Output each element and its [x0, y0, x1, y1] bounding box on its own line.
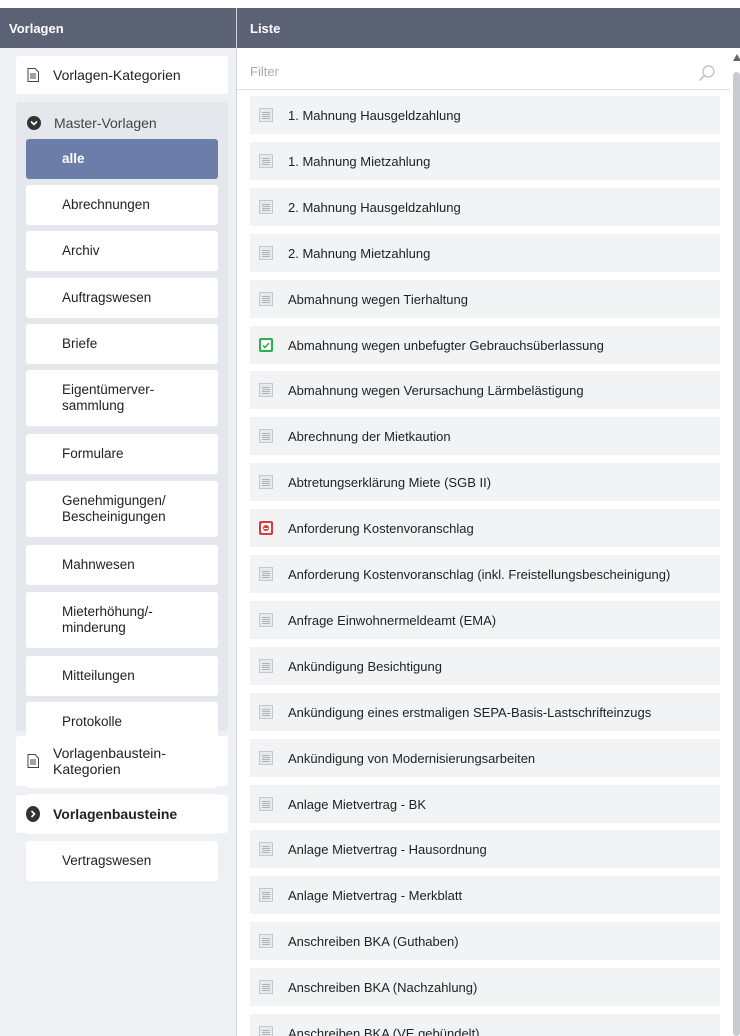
master-category-item[interactable]: alle [26, 139, 218, 179]
template-document-icon [259, 383, 273, 397]
checkmark-icon [259, 338, 273, 352]
list-item-label: 1. Mahnung Hausgeldzahlung [288, 107, 461, 123]
template-document-icon [259, 888, 273, 902]
list-item-label: Abmahnung wegen unbefugter Gebrauchsüber… [288, 337, 604, 353]
vorlagenbaustein-kategorien-item[interactable]: Vorlagenbaustein- Kategorien [16, 736, 228, 786]
list-item[interactable]: Anschreiben BKA (Nachzahlung) [250, 968, 720, 1006]
list-item[interactable]: Anlage Mietvertrag - BK [250, 785, 720, 823]
template-document-icon [259, 705, 273, 719]
template-document-icon [259, 751, 273, 765]
template-document-icon [259, 567, 273, 581]
template-document-icon [259, 475, 273, 489]
master-category-item[interactable]: Formulare [26, 434, 218, 474]
filter-bar [237, 54, 730, 90]
template-document-icon [259, 200, 273, 214]
panel-divider [236, 8, 237, 1036]
list-item[interactable]: 2. Mahnung Mietzahlung [250, 234, 720, 272]
scrollbar-thumb[interactable] [733, 72, 740, 1036]
list-item[interactable]: Ankündigung von Modernisierungsarbeiten [250, 739, 720, 777]
list-item-label: Anforderung Kostenvoranschlag [288, 520, 474, 536]
template-document-icon [259, 292, 273, 306]
list-item[interactable]: Anforderung Kostenvoranschlag (inkl. Fre… [250, 555, 720, 593]
document-icon [26, 753, 40, 769]
master-category-item[interactable]: Eigentümerver- sammlung [26, 370, 218, 426]
list-item-label: Anlage Mietvertrag - Hausordnung [288, 841, 487, 857]
template-document-icon [259, 154, 273, 168]
list-item-label: Ankündigung von Modernisierungsarbeiten [288, 750, 536, 766]
master-vorlagen-label: Master-Vorlagen [54, 115, 157, 131]
list-item-label: Anschreiben BKA (Guthaben) [288, 933, 459, 949]
liste-header: Liste [237, 8, 740, 48]
list-item[interactable]: Ankündigung Besichtigung [250, 647, 720, 685]
template-document-icon [259, 613, 273, 627]
list-item-label: Anschreiben BKA (Nachzahlung) [288, 979, 478, 995]
template-document-icon [259, 934, 273, 948]
vorlagen-header: Vorlagen [0, 8, 236, 48]
template-document-icon [259, 429, 273, 443]
template-document-icon [259, 246, 273, 260]
list-item-label: 2. Mahnung Hausgeldzahlung [288, 199, 461, 215]
list-item[interactable]: Anschreiben BKA (VE gebündelt) [250, 1014, 720, 1036]
master-vorlagen-toggle[interactable]: Master-Vorlagen [16, 104, 228, 142]
list-item[interactable]: Anlage Mietvertrag - Hausordnung [250, 830, 720, 868]
blocked-icon [259, 521, 273, 535]
template-document-icon [259, 797, 273, 811]
vorlagenbausteine-item[interactable]: Vorlagenbausteine [16, 795, 228, 833]
list-item-label: Anschreiben BKA (VE gebündelt) [288, 1025, 480, 1036]
list-item-label: Abrechnung der Mietkaution [288, 428, 451, 444]
list-item[interactable]: Ankündigung eines erstmaligen SEPA-Basis… [250, 693, 720, 731]
list-item-label: Abmahnung wegen Verursachung Lärmbelästi… [288, 382, 584, 398]
master-category-item[interactable]: Mahnwesen [26, 545, 218, 585]
list-item[interactable]: Abtretungserklärung Miete (SGB II) [250, 463, 720, 501]
list-item[interactable]: Anfrage Einwohnermeldeamt (EMA) [250, 601, 720, 639]
list-item-label: Ankündigung eines erstmaligen SEPA-Basis… [288, 704, 652, 720]
list-item[interactable]: Anforderung Kostenvoranschlag [250, 509, 720, 547]
list-item[interactable]: Anschreiben BKA (Guthaben) [250, 922, 720, 960]
document-icon [26, 67, 40, 83]
master-category-item[interactable]: Archiv [26, 231, 218, 271]
master-category-item[interactable]: Auftragswesen [26, 278, 218, 318]
filter-input[interactable] [250, 64, 690, 79]
vorlagenbaustein-kategorien-label: Vorlagenbaustein- Kategorien [53, 745, 166, 777]
list-item-label: Anlage Mietvertrag - Merkblatt [288, 887, 463, 903]
list-item[interactable]: Abrechnung der Mietkaution [250, 417, 720, 455]
list-item-label: 1. Mahnung Mietzahlung [288, 153, 431, 169]
template-document-icon [259, 842, 273, 856]
master-category-item[interactable]: Vertragswesen [26, 841, 218, 881]
list-item[interactable]: Anlage Mietvertrag - Merkblatt [250, 876, 720, 914]
master-category-item[interactable]: Abrechnungen [26, 185, 218, 225]
chevron-down-circle-icon [27, 116, 41, 130]
list-item[interactable]: 1. Mahnung Hausgeldzahlung [250, 96, 720, 134]
template-document-icon [259, 980, 273, 994]
list-item[interactable]: 2. Mahnung Hausgeldzahlung [250, 188, 720, 226]
vorlagenbausteine-label: Vorlagenbausteine [53, 806, 178, 822]
chevron-right-circle-icon [26, 806, 40, 822]
list-item[interactable]: Abmahnung wegen Verursachung Lärmbelästi… [250, 371, 720, 409]
list-item-label: Anforderung Kostenvoranschlag (inkl. Fre… [288, 566, 671, 582]
template-document-icon [259, 108, 273, 122]
list-item[interactable]: 1. Mahnung Mietzahlung [250, 142, 720, 180]
list-item[interactable]: Abmahnung wegen Tierhaltung [250, 280, 720, 318]
list-item-label: Abtretungserklärung Miete (SGB II) [288, 474, 492, 490]
template-document-icon [259, 659, 273, 673]
list-item-label: Abmahnung wegen Tierhaltung [288, 291, 468, 307]
master-category-item[interactable]: Mitteilungen [26, 656, 218, 696]
master-category-item[interactable]: Genehmigungen/ Bescheinigungen [26, 481, 218, 537]
master-category-item[interactable]: Briefe [26, 324, 218, 364]
scroll-up-arrow[interactable] [733, 54, 740, 61]
list-item-label: Ankündigung Besichtigung [288, 658, 442, 674]
list-item-label: Anlage Mietvertrag - BK [288, 796, 427, 812]
master-category-item[interactable]: Mieterhöhung/- minderung [26, 592, 218, 648]
template-document-icon [259, 1026, 273, 1036]
list-item[interactable]: Abmahnung wegen unbefugter Gebrauchsüber… [250, 326, 720, 364]
vorlagen-kategorien-item[interactable]: Vorlagen-Kategorien [16, 56, 228, 94]
search-icon[interactable] [698, 64, 716, 85]
list-item-label: 2. Mahnung Mietzahlung [288, 245, 431, 261]
vorlagen-kategorien-label: Vorlagen-Kategorien [53, 67, 181, 83]
list-item-label: Anfrage Einwohnermeldeamt (EMA) [288, 612, 497, 628]
